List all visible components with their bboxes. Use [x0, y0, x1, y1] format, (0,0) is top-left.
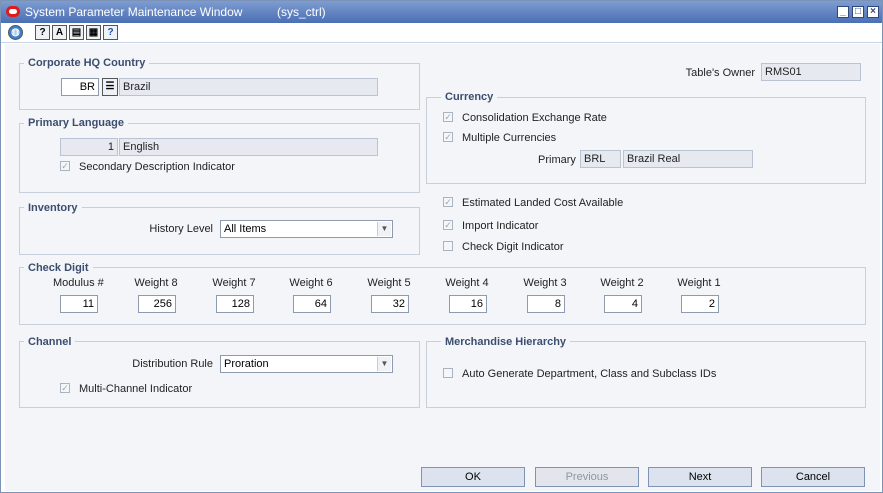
oracle-logo-icon [6, 6, 20, 17]
distribution-rule-value: Proration [224, 358, 269, 370]
import-indicator-checkbox[interactable]: ✓ [443, 220, 453, 230]
primary-language-group [19, 123, 420, 193]
help-cursor-icon[interactable]: ? [35, 25, 50, 40]
weight-4-label: Weight 4 [445, 277, 489, 289]
minimize-icon[interactable]: _ [837, 6, 849, 18]
country-name-field: Brazil [119, 78, 378, 96]
country-code-field[interactable]: BR [61, 78, 99, 96]
multi-channel-label: Multi-Channel Indicator [79, 383, 193, 395]
maximize-icon[interactable]: □ [852, 6, 864, 18]
import-indicator-label: Import Indicator [462, 220, 539, 232]
modulus-label: Modulus # [53, 277, 104, 289]
estimated-landed-cost-label: Estimated Landed Cost Available [462, 197, 624, 209]
multiple-currencies-checkbox[interactable]: ✓ [443, 132, 453, 142]
weight-7-label: Weight 7 [212, 277, 256, 289]
check-digit-indicator-label: Check Digit Indicator [462, 241, 564, 253]
weight-7-field[interactable]: 128 [216, 295, 254, 313]
previous-button[interactable]: Previous [535, 467, 639, 487]
form-area: Corporate HQ Country BR ☰ Brazil Table's… [5, 44, 880, 491]
currency-title: Currency [441, 91, 498, 103]
title-bar: System Parameter Maintenance Window (sys… [1, 1, 882, 23]
window-title: System Parameter Maintenance Window [25, 5, 243, 19]
weight-8-field[interactable]: 256 [138, 295, 176, 313]
primary-currency-code: BRL [580, 150, 621, 168]
weight-8-label: Weight 8 [134, 277, 178, 289]
clipboard-icon[interactable]: ▤ [69, 25, 84, 40]
ok-button[interactable]: OK [421, 467, 525, 487]
weight-1-field[interactable]: 2 [681, 295, 719, 313]
close-icon[interactable]: × [867, 6, 879, 18]
primary-language-title: Primary Language [24, 117, 128, 129]
channel-title: Channel [24, 336, 76, 348]
language-code-field: 1 [60, 138, 118, 156]
consolidation-checkbox[interactable]: ✓ [443, 112, 453, 122]
tables-owner-label: Table's Owner [685, 67, 755, 79]
toolbar: ◍ ? A ▤ ▦ ? [1, 23, 882, 43]
weight-3-label: Weight 3 [523, 277, 567, 289]
distribution-rule-label: Distribution Rule [132, 358, 213, 370]
secondary-description-checkbox[interactable]: ✓ [60, 161, 70, 171]
tables-owner-field: RMS01 [761, 63, 861, 81]
primary-currency-name: Brazil Real [623, 150, 753, 168]
chevron-down-icon: ▼ [377, 222, 391, 236]
weight-2-label: Weight 2 [600, 277, 644, 289]
auto-generate-label: Auto Generate Department, Class and Subc… [462, 368, 717, 380]
weight-3-field[interactable]: 8 [527, 295, 565, 313]
secondary-description-label: Secondary Description Indicator [79, 161, 235, 173]
next-button[interactable]: Next [648, 467, 752, 487]
estimated-landed-cost-checkbox[interactable]: ✓ [443, 197, 453, 207]
font-icon[interactable]: A [52, 25, 67, 40]
weight-5-label: Weight 5 [367, 277, 411, 289]
check-digit-title: Check Digit [24, 262, 93, 274]
history-level-value: All Items [224, 223, 267, 235]
primary-currency-label: Primary [538, 154, 576, 166]
channel-group [19, 341, 420, 408]
distribution-rule-select[interactable]: Proration ▼ [220, 355, 393, 373]
print-icon[interactable]: ▦ [86, 25, 101, 40]
inventory-title: Inventory [24, 202, 82, 214]
chevron-down-icon: ▼ [377, 357, 391, 371]
multiple-currencies-label: Multiple Currencies [462, 132, 557, 144]
weight-1-label: Weight 1 [677, 277, 721, 289]
weight-2-field[interactable]: 4 [604, 295, 642, 313]
language-name-field: English [119, 138, 378, 156]
list-lookup-icon[interactable]: ☰ [102, 78, 118, 96]
history-level-label: History Level [149, 223, 213, 235]
check-digit-indicator-checkbox[interactable] [443, 241, 453, 251]
weight-6-label: Weight 6 [289, 277, 333, 289]
globe-icon[interactable]: ◍ [8, 25, 23, 40]
system-parameter-window: System Parameter Maintenance Window (sys… [0, 0, 883, 493]
window-subtitle: (sys_ctrl) [277, 5, 326, 19]
weight-6-field[interactable]: 64 [293, 295, 331, 313]
corporate-hq-title: Corporate HQ Country [24, 57, 150, 69]
auto-generate-checkbox[interactable] [443, 368, 453, 378]
consolidation-label: Consolidation Exchange Rate [462, 112, 607, 124]
question-icon[interactable]: ? [103, 25, 118, 40]
modulus-field[interactable]: 11 [60, 295, 98, 313]
weight-5-field[interactable]: 32 [371, 295, 409, 313]
multi-channel-checkbox[interactable]: ✓ [60, 383, 70, 393]
merchandise-hierarchy-title: Merchandise Hierarchy [441, 336, 571, 348]
cancel-button[interactable]: Cancel [761, 467, 865, 487]
weight-4-field[interactable]: 16 [449, 295, 487, 313]
history-level-select[interactable]: All Items ▼ [220, 220, 393, 238]
